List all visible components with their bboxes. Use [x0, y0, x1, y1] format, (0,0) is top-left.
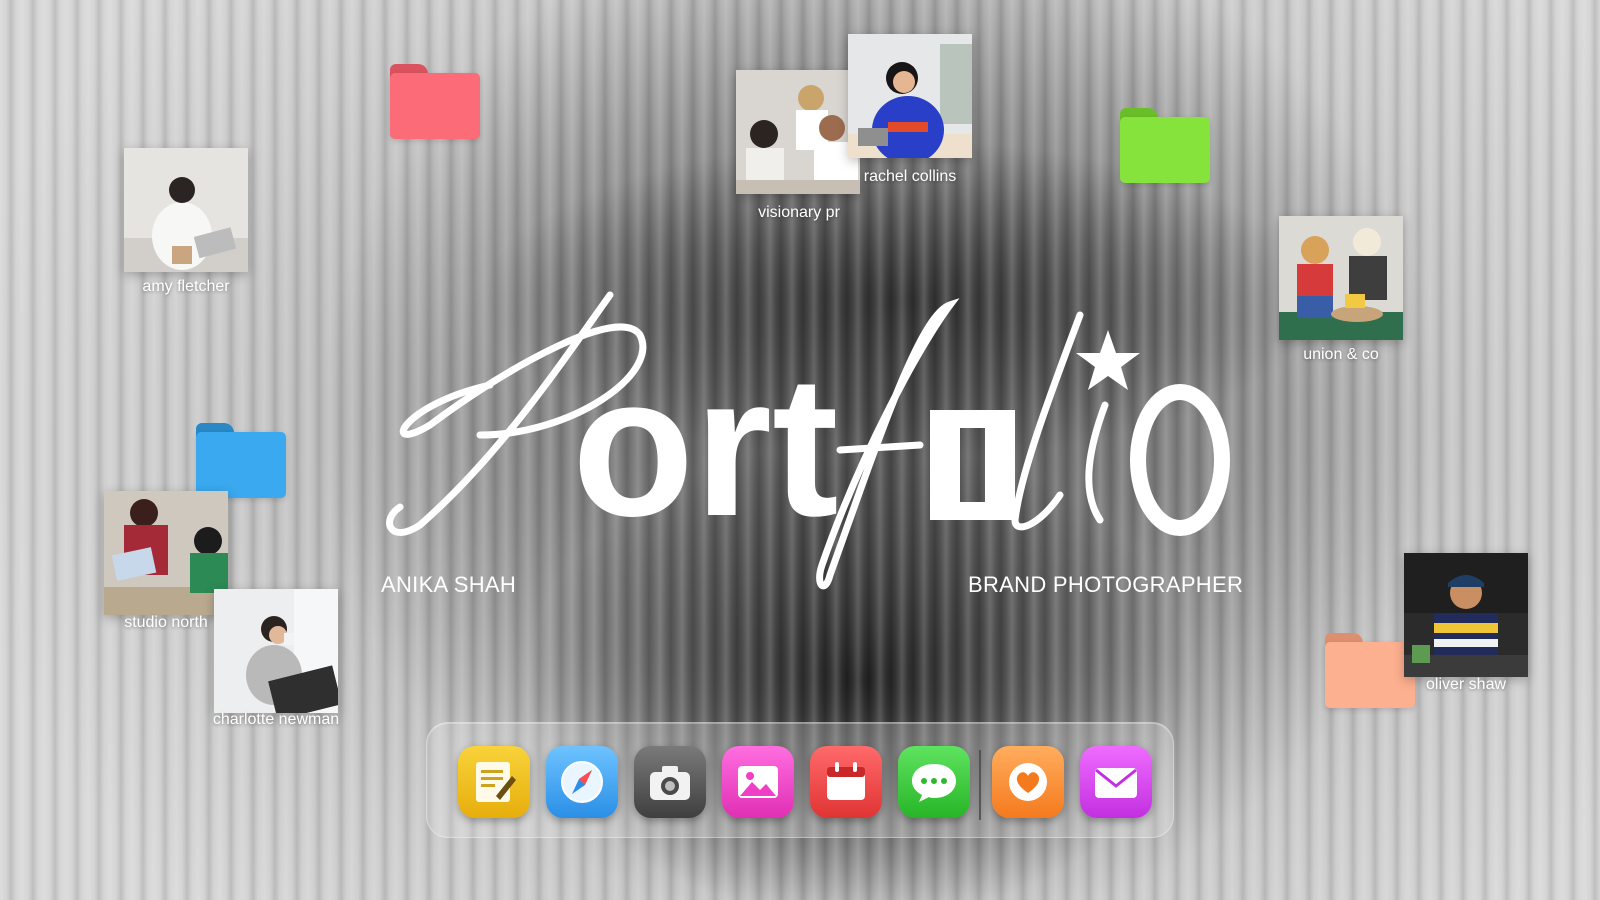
calendar-icon [827, 762, 865, 800]
camera-app-button[interactable] [634, 746, 706, 818]
photo-charlotte-newman[interactable] [214, 589, 338, 713]
gallery-icon [738, 766, 778, 798]
chat-bubble-icon [912, 764, 956, 802]
caption-amy-fletcher: amy fletcher [142, 278, 230, 295]
notes-icon [476, 762, 516, 802]
favorites-app-button[interactable] [992, 746, 1064, 818]
portfolio-title-ort: ort [572, 335, 839, 558]
photos-app-button[interactable] [722, 746, 794, 818]
green-folder-icon[interactable] [1120, 108, 1210, 183]
portfolio-title-pixel-o [930, 410, 1015, 520]
caption-rachel-collins: rachel collins [863, 168, 957, 185]
portfolio-title-letter-o [1130, 384, 1230, 536]
portfolio-title-script-l-i [1011, 311, 1109, 531]
caption-charlotte-newman: charlotte newman [212, 711, 340, 728]
envelope-icon [1095, 768, 1137, 798]
safari-app-button[interactable] [546, 746, 618, 818]
peach-folder-icon[interactable] [1325, 633, 1415, 708]
notes-app-button[interactable] [458, 746, 530, 818]
calendar-app-button[interactable] [810, 746, 882, 818]
star-icon [1076, 330, 1140, 390]
heart-icon [1009, 763, 1047, 801]
photographer-name: ANIKA SHAH [381, 572, 517, 597]
photo-union-and-co[interactable] [1279, 216, 1403, 340]
photographer-role: BRAND PHOTOGRAPHER [968, 572, 1244, 597]
dock-divider [979, 750, 981, 820]
red-folder-icon[interactable] [390, 64, 480, 139]
photo-studio-north[interactable] [104, 491, 228, 615]
photo-amy-fletcher[interactable] [124, 148, 248, 272]
mail-app-button[interactable] [1080, 746, 1152, 818]
caption-visionary-pr: visionary pr [758, 204, 840, 221]
caption-oliver-shaw: oliver shaw [1425, 676, 1507, 693]
portfolio-title-wordmark: ort [386, 291, 1230, 590]
compass-icon [561, 761, 603, 803]
photo-oliver-shaw[interactable] [1404, 553, 1528, 677]
messages-app-button[interactable] [898, 746, 970, 818]
blue-folder-icon[interactable] [196, 423, 286, 498]
camera-icon [650, 766, 690, 800]
photo-rachel-collins[interactable] [848, 34, 972, 158]
caption-union-and-co: union & co [1303, 346, 1379, 363]
